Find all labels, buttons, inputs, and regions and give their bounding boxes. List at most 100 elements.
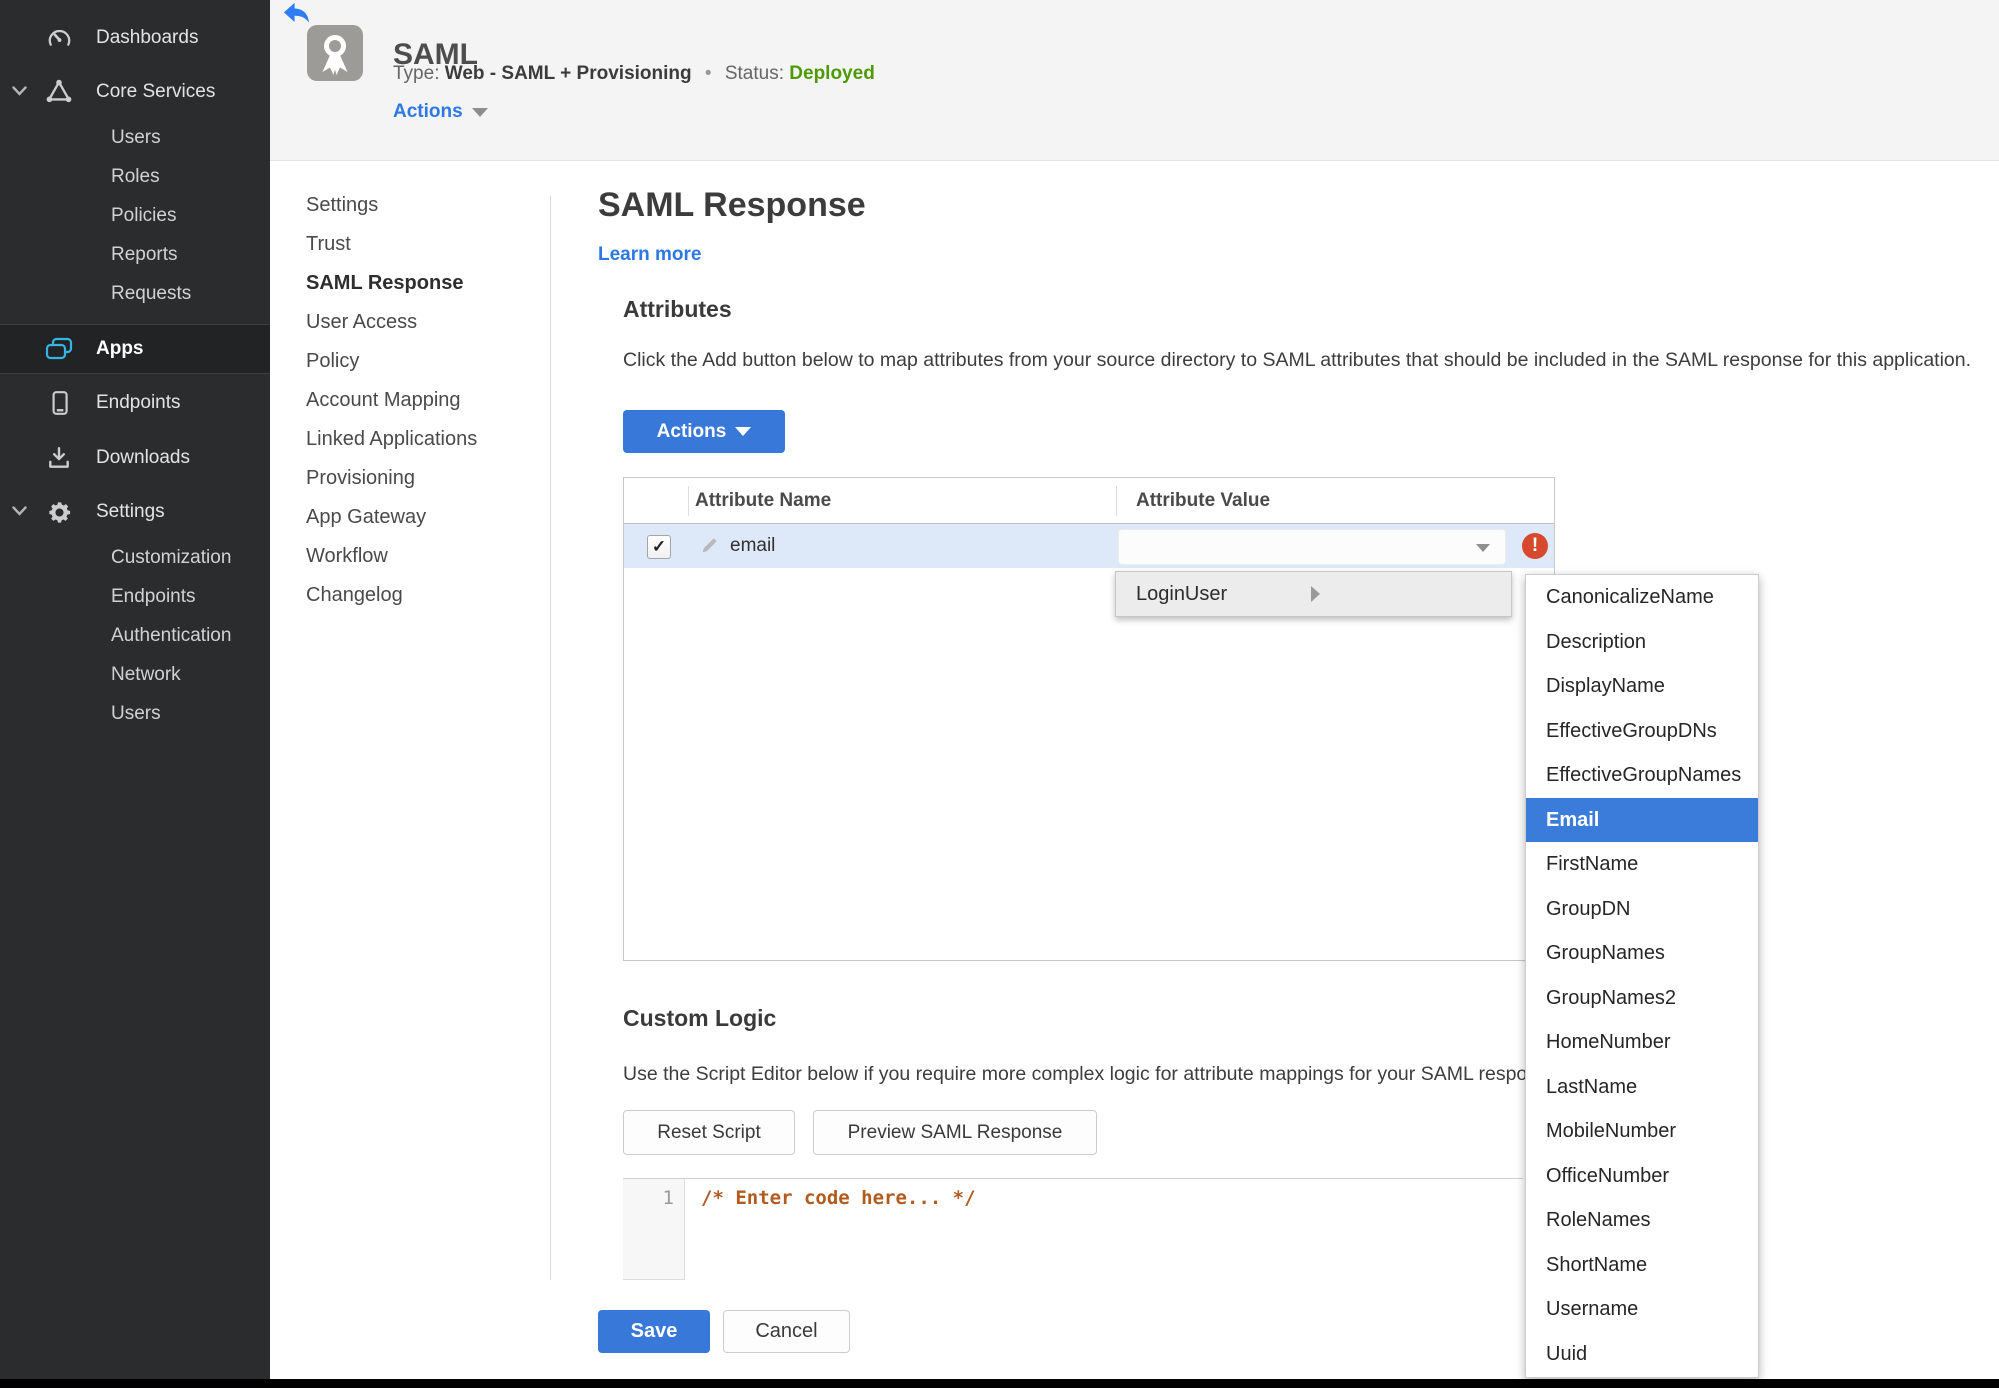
value-menu-option[interactable]: Description: [1526, 620, 1758, 665]
app-icon: [307, 25, 363, 81]
script-editor[interactable]: 1 /* Enter code here... */: [623, 1178, 1523, 1281]
custom-logic-heading: Custom Logic: [623, 1005, 777, 1031]
content-divider: [550, 196, 551, 1280]
sidebar-item-dashboards[interactable]: Dashboards: [0, 14, 270, 62]
subnav-item[interactable]: Settings: [306, 186, 536, 225]
value-menu-option[interactable]: GroupNames2: [1526, 976, 1758, 1021]
app-meta: Type: Web - SAML + Provisioning • Status…: [393, 63, 875, 85]
value-menu-option[interactable]: ShortName: [1526, 1243, 1758, 1288]
page-title: SAML Response: [598, 186, 866, 224]
sidebar-item-users[interactable]: Users: [0, 118, 270, 157]
type-value: Web - SAML + Provisioning: [444, 63, 692, 84]
status-label: Status:: [724, 63, 784, 84]
value-menu-option[interactable]: FirstName: [1526, 842, 1758, 887]
subnav-item[interactable]: App Gateway: [306, 498, 536, 537]
value-menu-option[interactable]: EffectiveGroupDNs: [1526, 709, 1758, 754]
gauge-icon: [44, 23, 74, 53]
value-menu-option[interactable]: HomeNumber: [1526, 1020, 1758, 1065]
attribute-value-select[interactable]: [1118, 529, 1506, 565]
sidebar-item-label: Endpoints: [96, 392, 181, 413]
download-icon: [44, 443, 74, 473]
learn-more-link[interactable]: Learn more: [598, 244, 701, 266]
app-subnav: Settings Trust SAML Response User Access…: [306, 186, 536, 615]
table-header: Attribute Name Attribute Value: [624, 478, 1554, 524]
cancel-button[interactable]: Cancel: [723, 1310, 850, 1353]
reset-script-button[interactable]: Reset Script: [623, 1110, 795, 1155]
mobile-device-icon: [44, 388, 74, 418]
app-header: SAML Type: Web - SAML + Provisioning • S…: [270, 0, 1999, 161]
header-actions-menu[interactable]: Actions: [393, 101, 488, 123]
value-menu-option[interactable]: OfficeNumber: [1526, 1154, 1758, 1199]
editor-code[interactable]: /* Enter code here... */: [701, 1187, 976, 1209]
saml-response-page: SAML Response Learn more Attributes Clic…: [598, 186, 1988, 1376]
subnav-item[interactable]: Policy: [306, 342, 536, 381]
editor-gutter: 1: [623, 1179, 685, 1280]
meta-separator: •: [704, 63, 712, 84]
back-arrow-icon[interactable]: [283, 2, 310, 24]
sidebar-item-label: Core Services: [96, 81, 216, 102]
sidebar-item-apps[interactable]: Apps: [0, 324, 270, 374]
sidebar-item-settings[interactable]: Settings: [0, 488, 270, 536]
subnav-item[interactable]: User Access: [306, 303, 536, 342]
value-menu-option[interactable]: GroupDN: [1526, 887, 1758, 932]
sidebar-item-label: Apps: [96, 338, 144, 359]
status-badge: Deployed: [789, 63, 875, 84]
sidebar-item-customization[interactable]: Customization: [0, 538, 270, 577]
value-submenu: CanonicalizeName Description DisplayName…: [1525, 574, 1759, 1378]
attribute-name-cell: email: [730, 535, 776, 556]
subnav-item[interactable]: SAML Response: [306, 264, 536, 303]
sidebar-item-authentication[interactable]: Authentication: [0, 616, 270, 655]
caret-down-icon: [1476, 544, 1490, 552]
chevron-down-icon: [12, 83, 27, 101]
sidebar-item-network[interactable]: Network: [0, 655, 270, 694]
preview-saml-response-button[interactable]: Preview SAML Response: [813, 1110, 1097, 1155]
sidebar-item-core-services[interactable]: Core Services: [0, 68, 270, 116]
value-menu-loginuser[interactable]: LoginUser: [1115, 571, 1512, 617]
attributes-description: Click the Add button below to map attrib…: [623, 349, 1972, 371]
value-menu-option[interactable]: GroupNames: [1526, 931, 1758, 976]
table-row[interactable]: ✓ email !: [624, 524, 1554, 568]
attributes-actions-button[interactable]: Actions: [623, 410, 785, 453]
app-window: Dashboards Core Services Users Roles Pol…: [0, 0, 1999, 1388]
sidebar-item-settings-endpoints[interactable]: Endpoints: [0, 577, 270, 616]
sidebar-item-label: Downloads: [96, 447, 190, 468]
gear-icon: [44, 497, 74, 527]
sidebar-item-label: Dashboards: [96, 27, 199, 48]
subnav-item[interactable]: Trust: [306, 225, 536, 264]
sidebar-item-roles[interactable]: Roles: [0, 157, 270, 196]
sidebar-item-settings-users[interactable]: Users: [0, 694, 270, 733]
sidebar-item-policies[interactable]: Policies: [0, 196, 270, 235]
value-menu-option[interactable]: DisplayName: [1526, 664, 1758, 709]
award-ribbon-icon: [322, 35, 348, 75]
sidebar-item-downloads[interactable]: Downloads: [0, 434, 270, 482]
value-menu-option[interactable]: MobileNumber: [1526, 1109, 1758, 1154]
edit-pencil-icon: [700, 536, 719, 560]
caret-right-icon: [1311, 586, 1495, 602]
screen-bottom-bar: [0, 1379, 1999, 1388]
chevron-down-icon: [471, 107, 488, 117]
subnav-item[interactable]: Provisioning: [306, 459, 536, 498]
chevron-down-icon: [735, 427, 752, 436]
custom-logic-description: Use the Script Editor below if you requi…: [623, 1063, 1565, 1085]
sidebar-item-reports[interactable]: Reports: [0, 235, 270, 274]
column-attribute-value: Attribute Value: [1136, 490, 1271, 511]
subnav-item[interactable]: Linked Applications: [306, 420, 536, 459]
core-services-icon: [44, 77, 74, 107]
sidebar-item-requests[interactable]: Requests: [0, 274, 270, 313]
sidebar-item-endpoints[interactable]: Endpoints: [0, 379, 270, 427]
subnav-item[interactable]: Workflow: [306, 537, 536, 576]
value-menu-option[interactable]: Email: [1526, 797, 1758, 842]
value-menu-option[interactable]: Username: [1526, 1287, 1758, 1332]
column-attribute-name: Attribute Name: [695, 490, 832, 511]
sidebar: Dashboards Core Services Users Roles Pol…: [0, 0, 270, 1388]
row-checkbox[interactable]: ✓: [647, 535, 671, 559]
value-menu-option[interactable]: Uuid: [1526, 1332, 1758, 1377]
value-menu-option[interactable]: RoleNames: [1526, 1198, 1758, 1243]
subnav-item[interactable]: Changelog: [306, 576, 536, 615]
value-menu-option[interactable]: CanonicalizeName: [1526, 575, 1758, 620]
attributes-table: Attribute Name Attribute Value ✓ email !: [623, 477, 1555, 961]
value-menu-option[interactable]: LastName: [1526, 1065, 1758, 1110]
value-menu-option[interactable]: EffectiveGroupNames: [1526, 753, 1758, 798]
save-button[interactable]: Save: [598, 1310, 710, 1353]
subnav-item[interactable]: Account Mapping: [306, 381, 536, 420]
